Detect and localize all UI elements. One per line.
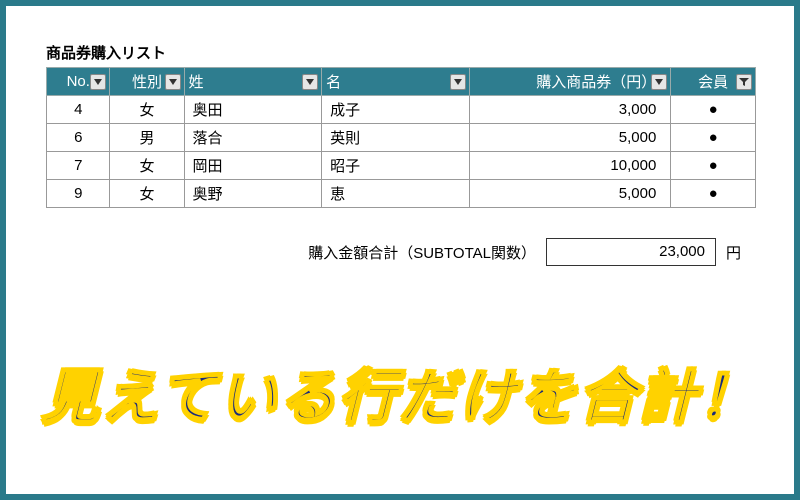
total-row: 購入金額合計（SUBTOTAL関数） 23,000 円 <box>46 238 756 266</box>
cell-amount: 5,000 <box>470 180 671 208</box>
table-row: 6 男 落合 英則 5,000 ● <box>47 124 756 152</box>
filter-button-member[interactable] <box>736 74 752 90</box>
table-row: 9 女 奥野 恵 5,000 ● <box>47 180 756 208</box>
header-sex: 性別 <box>110 68 184 96</box>
cell-amount: 3,000 <box>470 96 671 124</box>
cell-no: 9 <box>47 180 110 208</box>
cell-sex: 女 <box>110 180 184 208</box>
filter-button-sei[interactable] <box>302 74 318 90</box>
filter-button-sex[interactable] <box>165 74 181 90</box>
filter-active-icon <box>739 78 749 86</box>
header-no: No. <box>47 68 110 96</box>
total-label: 購入金額合計（SUBTOTAL関数） <box>308 242 536 263</box>
cell-mei: 成子 <box>322 96 470 124</box>
total-value: 23,000 <box>546 238 716 266</box>
cell-sei: 奥田 <box>184 96 322 124</box>
filter-button-amount[interactable] <box>651 74 667 90</box>
purchase-table: No. 性別 姓 名 <box>46 67 756 208</box>
cell-member: ● <box>671 96 756 124</box>
header-amount: 購入商品券（円） <box>470 68 671 96</box>
header-sex-label: 性別 <box>132 71 162 92</box>
header-member-label: 会員 <box>698 71 728 92</box>
cell-amount: 5,000 <box>470 124 671 152</box>
cell-member: ● <box>671 152 756 180</box>
chevron-down-icon <box>454 79 462 85</box>
chevron-down-icon <box>306 79 314 85</box>
cell-sex: 女 <box>110 152 184 180</box>
header-mei-label: 名 <box>326 71 341 92</box>
cell-sei: 落合 <box>184 124 322 152</box>
cell-mei: 昭子 <box>322 152 470 180</box>
chevron-down-icon <box>169 79 177 85</box>
chevron-down-icon <box>94 79 102 85</box>
cell-no: 7 <box>47 152 110 180</box>
table-row: 4 女 奥田 成子 3,000 ● <box>47 96 756 124</box>
cell-sei: 岡田 <box>184 152 322 180</box>
total-unit: 円 <box>726 242 756 263</box>
table-row: 7 女 岡田 昭子 10,000 ● <box>47 152 756 180</box>
cell-amount: 10,000 <box>470 152 671 180</box>
headline: 見えている行だけを合計！ <box>6 350 794 434</box>
header-amount-label: 購入商品券（円） <box>536 71 656 92</box>
cell-sei: 奥野 <box>184 180 322 208</box>
cell-no: 4 <box>47 96 110 124</box>
filter-button-mei[interactable] <box>450 74 466 90</box>
cell-member: ● <box>671 124 756 152</box>
header-sei-label: 姓 <box>189 71 204 92</box>
table-title: 商品券購入リスト <box>46 42 754 63</box>
header-sei: 姓 <box>184 68 322 96</box>
cell-no: 6 <box>47 124 110 152</box>
cell-member: ● <box>671 180 756 208</box>
chevron-down-icon <box>655 79 663 85</box>
header-member: 会員 <box>671 68 756 96</box>
header-mei: 名 <box>322 68 470 96</box>
header-no-label: No. <box>67 73 90 90</box>
cell-sex: 女 <box>110 96 184 124</box>
cell-mei: 恵 <box>322 180 470 208</box>
filter-button-no[interactable] <box>90 74 106 90</box>
cell-mei: 英則 <box>322 124 470 152</box>
cell-sex: 男 <box>110 124 184 152</box>
